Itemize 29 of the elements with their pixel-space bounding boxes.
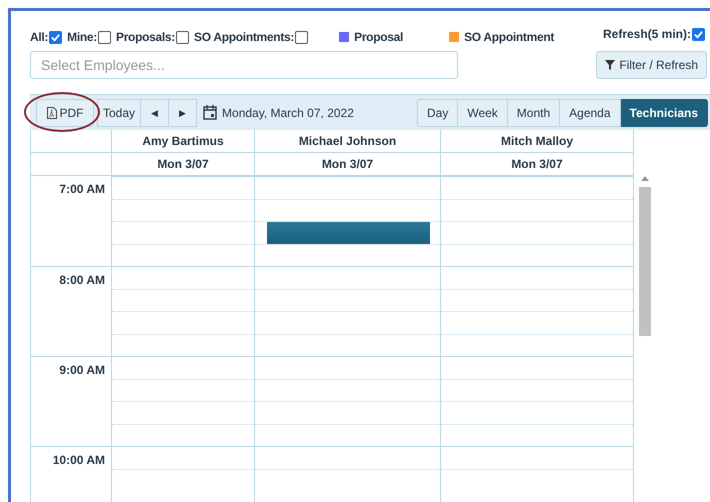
legend-label: SO Appointment [464,30,554,44]
refresh-label: Refresh(5 min): [602,27,691,41]
time-label: 10:00 AM [52,453,105,467]
filter-label: Mine: [67,30,97,44]
next-button[interactable]: ▶ [169,98,198,126]
time-label: 7:00 AM [59,182,105,196]
today-button[interactable]: Today [97,98,142,126]
previous-button[interactable]: ◀ [141,98,170,126]
pdf-button[interactable]: PDF [36,98,94,126]
resource-header: Mitch Malloy [441,130,634,152]
current-date: Monday, March 07, 2022 [222,106,354,120]
view-tab[interactable]: Month [508,98,560,126]
filter-label: All: [30,30,48,44]
date-header: Mon 3/07 [112,153,255,175]
filter-label: SO Appointments: [194,30,294,44]
time-label: 8:00 AM [59,273,105,287]
view-tab[interactable]: Week [458,98,508,126]
resource-header: Amy Bartimus [112,130,255,152]
view-tab[interactable]: Day [416,98,458,126]
view-tab[interactable]: Technicians [620,98,708,126]
resource-header: Michael Johnson [255,130,441,152]
view-tab[interactable]: Agenda [560,98,621,126]
time-label: 9:00 AM [59,363,105,377]
legend-label: Proposal [354,30,404,44]
filter-label: Proposals: [116,30,176,44]
employee-search-field[interactable]: Select Employees... [30,51,458,79]
filter-refresh-button[interactable]: Filter / Refresh [596,51,707,79]
date-header: Mon 3/07 [441,153,634,175]
date-header: Mon 3/07 [255,153,441,175]
